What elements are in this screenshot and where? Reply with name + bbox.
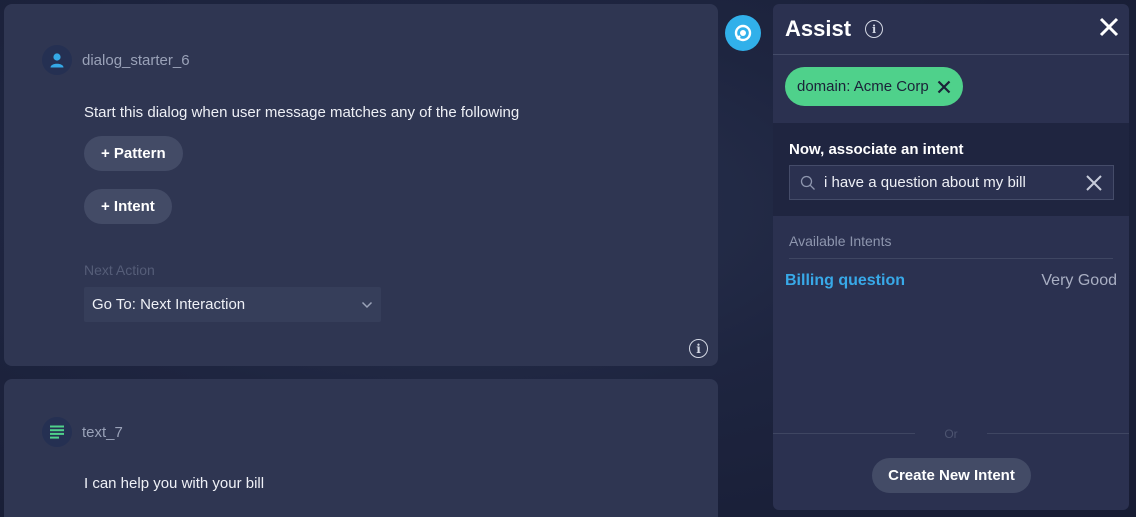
or-divider: Or [773, 427, 1129, 441]
add-pattern-button[interactable]: + Pattern [84, 136, 183, 171]
node-header: text_7 [42, 417, 123, 447]
assist-icon [734, 24, 752, 42]
available-intents-label: Available Intents [789, 233, 892, 249]
node-name: text_7 [82, 423, 123, 441]
intent-search-input[interactable]: i have a question about my bill [789, 165, 1114, 200]
assist-panel: Assist i domain: Acme Corp Now, associat… [773, 4, 1129, 510]
remove-chip-icon[interactable] [937, 80, 951, 94]
divider [987, 433, 1129, 434]
info-icon[interactable]: i [865, 20, 884, 38]
text-body: I can help you with your bill [84, 475, 265, 492]
intent-name[interactable]: Billing question [785, 272, 905, 290]
associate-intent-section: Now, associate an intent i have a questi… [773, 123, 1129, 216]
trigger-description: Start this dialog when user message matc… [84, 104, 520, 121]
search-icon [800, 175, 815, 190]
intent-list-item[interactable]: Billing question Very Good [785, 272, 1117, 290]
domain-chip: domain: Acme Corp [785, 67, 963, 106]
next-action-label: Next Action [84, 262, 155, 278]
clear-icon[interactable] [1085, 174, 1103, 192]
domain-chip-label: domain: Acme Corp [797, 78, 929, 95]
panel-header: Assist i [773, 4, 1129, 55]
text-lines-icon [42, 417, 72, 447]
add-intent-button[interactable]: + Intent [84, 189, 172, 224]
or-text: Or [944, 427, 958, 441]
panel-title: Assist [785, 16, 852, 41]
create-new-intent-button[interactable]: Create New Intent [872, 458, 1031, 493]
chevron-down-icon [361, 296, 373, 313]
user-icon [42, 45, 72, 75]
next-action-value: Go To: Next Interaction [92, 296, 246, 313]
close-icon[interactable] [1098, 16, 1120, 38]
assist-button[interactable] [725, 15, 761, 51]
associate-label: Now, associate an intent [789, 141, 964, 158]
dialog-starter-card: dialog_starter_6 Start this dialog when … [4, 4, 718, 366]
divider [789, 258, 1113, 259]
text-card: text_7 I can help you with your bill [4, 379, 718, 517]
info-icon[interactable]: i [689, 339, 708, 358]
node-header: dialog_starter_6 [42, 45, 190, 75]
next-action-select[interactable]: Go To: Next Interaction [84, 287, 381, 322]
node-name: dialog_starter_6 [82, 51, 190, 69]
intent-score: Very Good [1041, 272, 1117, 289]
search-value: i have a question about my bill [824, 174, 1026, 191]
